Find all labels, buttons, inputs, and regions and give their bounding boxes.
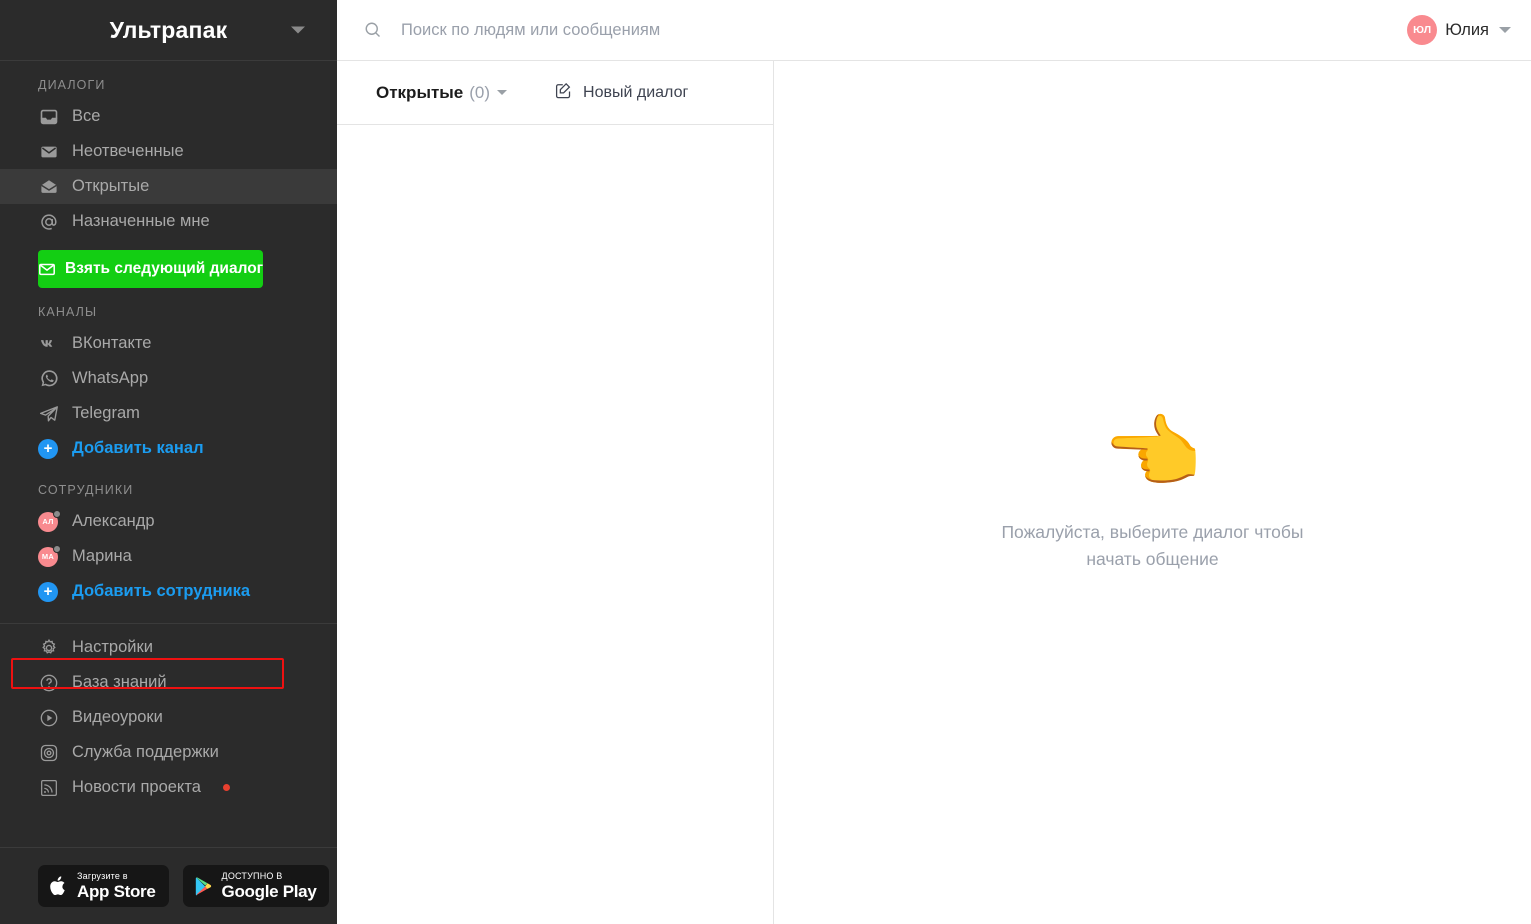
sidebar-item-telegram[interactable]: Telegram [0, 396, 337, 431]
search-bar[interactable] [337, 20, 1407, 40]
take-next-dialog-button[interactable]: Взять следующий диалог [38, 250, 264, 288]
chevron-down-icon [497, 90, 508, 95]
lifebuoy-icon [38, 742, 60, 764]
sidebar-item-assigned-to-me[interactable]: Назначенные мне [0, 204, 337, 239]
empty-state-text: Пожалуйста, выберите диалог чтобы начать… [1001, 522, 1304, 569]
sidebar-item-project-news[interactable]: Новости проекта [0, 770, 337, 805]
conversation-panel: 👈 Пожалуйста, выберите диалог чтобы нача… [774, 61, 1531, 924]
dialog-filter-dropdown[interactable]: Открытые (0) [376, 82, 508, 103]
sidebar-item-label: База знаний [72, 673, 167, 692]
sidebar-item-knowledge-base[interactable]: База знаний [0, 665, 337, 700]
sidebar-item-label: WhatsApp [72, 369, 149, 388]
google-play-icon [194, 876, 213, 897]
sidebar-nav: ДИАЛОГИ Все Неотвеченные Открытые Назнач… [0, 61, 337, 847]
main-area: ЮЛ Юлия Открытые (0) [337, 0, 1531, 924]
sidebar-item-label: Telegram [72, 404, 140, 423]
plus-circle-icon: + [38, 581, 58, 602]
inbox-tray-icon [38, 106, 60, 128]
gear-icon [38, 637, 60, 659]
add-staff-label: Добавить сотрудника [72, 582, 251, 601]
sidebar-item-label: Служба поддержки [72, 743, 219, 762]
new-dialog-label: Новый диалог [583, 83, 689, 101]
compose-icon [554, 81, 573, 105]
group-label-staff: СОТРУДНИКИ [38, 483, 134, 497]
sidebar-item-label: ВКонтакте [72, 334, 152, 353]
dialog-list[interactable] [337, 125, 773, 924]
sidebar-item-staff-aleksandr[interactable]: АЛ Александр [0, 504, 337, 539]
add-channel-label: Добавить канал [72, 439, 204, 458]
app-store-small-label: Загрузите в [77, 871, 128, 881]
group-label-dialogs: ДИАЛОГИ [38, 78, 106, 92]
sidebar-item-vkontakte[interactable]: ВКонтакте [0, 326, 337, 361]
avatar-initials: ЮЛ [1413, 24, 1432, 36]
sidebar-item-label: Александр [72, 512, 155, 531]
sidebar-item-unanswered[interactable]: Неотвеченные [0, 134, 337, 169]
status-dot [53, 544, 61, 553]
google-play-badge[interactable]: ДОСТУПНО В Google Play [182, 865, 330, 907]
sidebar-item-label: Все [72, 107, 101, 126]
content-row: Открытые (0) Новый диалог 👈 Пожалуйста, … [337, 61, 1531, 924]
dialog-filter-count: (0) [469, 82, 491, 102]
sidebar-item-label: Новости проекта [72, 778, 201, 797]
envelope-icon [38, 260, 56, 278]
sidebar-item-settings[interactable]: Настройки [0, 630, 337, 665]
status-dot [53, 509, 61, 518]
add-staff-button[interactable]: + Добавить сотрудника [0, 574, 337, 609]
unread-badge-dot [222, 784, 230, 791]
workspace-title: Ультрапак [109, 16, 228, 43]
app-root: Ультрапак ДИАЛОГИ Все Неотвеченные Откры… [0, 0, 1531, 924]
app-store-badge[interactable]: Загрузите в App Store [38, 865, 169, 907]
play-circle-icon [38, 707, 60, 729]
sidebar-item-label: Видеоуроки [72, 708, 163, 727]
sidebar-item-open[interactable]: Открытые [0, 169, 337, 204]
sidebar-item-whatsapp[interactable]: WhatsApp [0, 361, 337, 396]
new-dialog-button[interactable]: Новый диалог [554, 81, 688, 105]
sidebar-item-label: Марина [72, 547, 132, 566]
avatar-initials: АЛ [42, 517, 54, 526]
user-menu[interactable]: ЮЛ Юлия [1407, 15, 1531, 45]
google-play-big-label: Google Play [221, 882, 317, 901]
group-label-channels: КАНАЛЫ [38, 305, 98, 319]
avatar-initials: МА [41, 552, 55, 561]
app-store-big-label: App Store [77, 882, 156, 901]
at-sign-icon [38, 211, 60, 233]
dialog-list-header: Открытые (0) Новый диалог [337, 61, 773, 125]
sidebar: Ультрапак ДИАЛОГИ Все Неотвеченные Откры… [0, 0, 337, 924]
app-store-badges: Загрузите в App Store ДОСТУПНО В Google … [0, 847, 337, 924]
apple-icon [49, 875, 68, 897]
sidebar-divider [0, 623, 337, 624]
sidebar-item-label: Назначенные мне [72, 212, 210, 231]
search-input[interactable] [401, 20, 961, 40]
avatar: МА [38, 544, 61, 567]
chevron-down-icon [291, 26, 305, 34]
sidebar-item-video-lessons[interactable]: Видеоуроки [0, 700, 337, 735]
open-envelope-icon [38, 176, 60, 198]
take-next-dialog-label: Взять следующий диалог [65, 260, 264, 277]
telegram-icon [38, 403, 60, 425]
closed-envelope-icon [38, 141, 60, 163]
vk-icon [38, 333, 60, 355]
sidebar-item-all[interactable]: Все [0, 99, 337, 134]
whatsapp-icon [38, 368, 60, 390]
sidebar-item-support[interactable]: Служба поддержки [0, 735, 337, 770]
avatar: ЮЛ [1407, 15, 1438, 45]
dialog-filter-name: Открытые [376, 82, 464, 102]
avatar: АЛ [38, 509, 61, 532]
rss-icon [38, 777, 60, 799]
chevron-down-icon [1499, 27, 1511, 33]
user-name: Юлия [1445, 20, 1489, 39]
google-play-small-label: ДОСТУПНО В [221, 871, 283, 881]
workspace-switcher[interactable]: Ультрапак [0, 0, 337, 61]
plus-circle-icon: + [38, 438, 58, 459]
sidebar-item-label: Неотвеченные [72, 142, 184, 161]
dialog-list-panel: Открытые (0) Новый диалог [337, 61, 774, 924]
sidebar-item-label: Настройки [72, 638, 153, 657]
question-circle-icon [38, 672, 60, 694]
sidebar-item-label: Открытые [72, 177, 150, 196]
add-channel-button[interactable]: + Добавить канал [0, 431, 337, 466]
pointing-left-hand-emoji: 👈 [1102, 408, 1203, 498]
search-icon [363, 20, 383, 40]
sidebar-item-staff-marina[interactable]: МА Марина [0, 539, 337, 574]
topbar: ЮЛ Юлия [337, 0, 1531, 61]
